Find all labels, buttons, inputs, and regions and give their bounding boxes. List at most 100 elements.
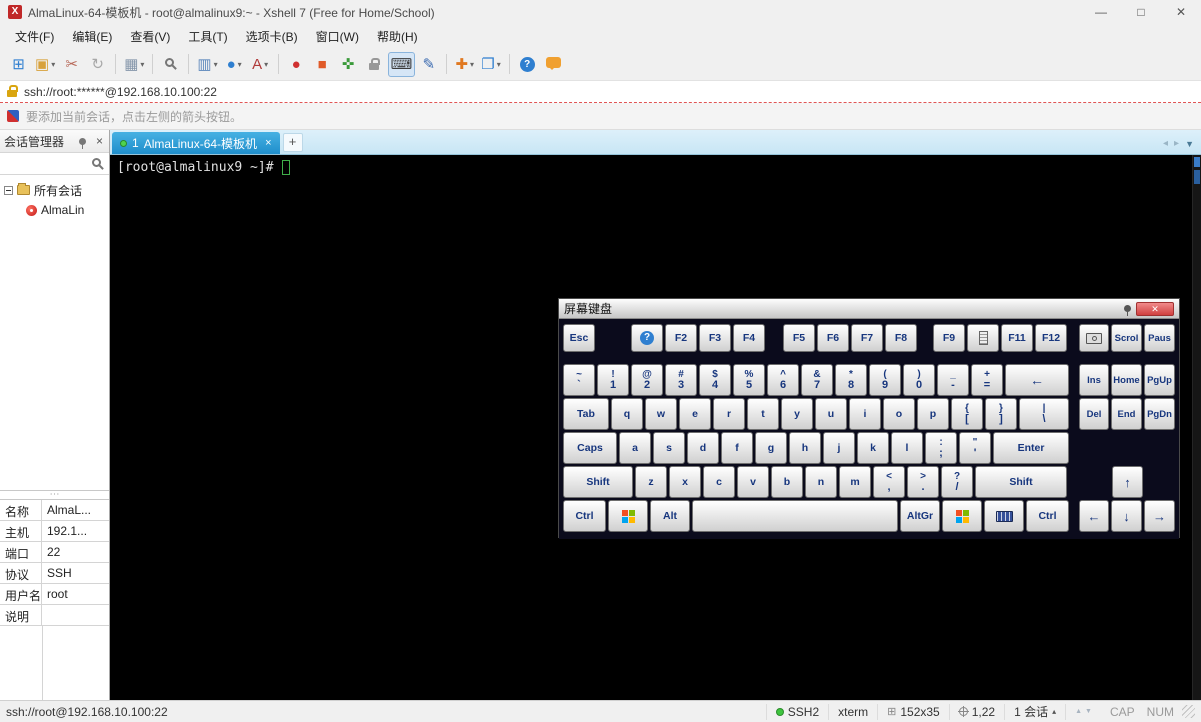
key-arrow-left[interactable]: ← xyxy=(1079,500,1109,532)
key-prtsc[interactable] xyxy=(1079,324,1109,352)
maximize-button[interactable]: □ xyxy=(1121,0,1161,24)
key-alt[interactable]: Alt xyxy=(650,500,690,532)
key-j[interactable]: j xyxy=(823,432,855,464)
fullscreen-icon[interactable]: ✜ xyxy=(336,52,361,77)
key-tab[interactable]: Tab xyxy=(563,398,609,430)
tab-close-icon[interactable]: × xyxy=(265,137,271,149)
menu-item-2[interactable]: 编辑(E) xyxy=(63,25,121,48)
key-menu[interactable] xyxy=(984,500,1024,532)
reconnect-icon[interactable]: ↻ xyxy=(85,52,110,77)
key-comma[interactable]: <, xyxy=(873,466,905,498)
key-z[interactable]: z xyxy=(635,466,667,498)
key-arrow-up[interactable]: ↑ xyxy=(1112,466,1143,498)
key-equals[interactable]: += xyxy=(971,364,1003,396)
pin-icon[interactable] xyxy=(79,138,86,145)
key-f11[interactable]: F11 xyxy=(1001,324,1033,352)
key-backtick[interactable]: ~` xyxy=(563,364,595,396)
key-y[interactable]: y xyxy=(781,398,813,430)
key-9[interactable]: (9 xyxy=(869,364,901,396)
key-f[interactable]: f xyxy=(721,432,753,464)
key-esc[interactable]: Esc xyxy=(563,324,595,352)
key-s[interactable]: s xyxy=(653,432,685,464)
menu-item-5[interactable]: 选项卡(B) xyxy=(237,25,307,48)
key-slash[interactable]: ?/ xyxy=(941,466,973,498)
key-period[interactable]: >. xyxy=(907,466,939,498)
key-4[interactable]: $4 xyxy=(699,364,731,396)
key-h[interactable]: h xyxy=(789,432,821,464)
key-f1[interactable] xyxy=(631,324,663,352)
help-icon[interactable]: ? xyxy=(515,52,540,77)
tab-almalinux[interactable]: 1 AlmaLinux-64-模板机 × xyxy=(112,132,280,154)
key-8[interactable]: *8 xyxy=(835,364,867,396)
key-l[interactable]: l xyxy=(891,432,923,464)
terminal-scrollbar[interactable] xyxy=(1192,155,1201,700)
key-c[interactable]: c xyxy=(703,466,735,498)
key-w[interactable]: w xyxy=(645,398,677,430)
disconnect-icon[interactable]: ✂ xyxy=(59,52,84,77)
key-paus[interactable]: Paus xyxy=(1144,324,1175,352)
scrollbar-thumb[interactable] xyxy=(1194,157,1200,167)
key-v[interactable]: v xyxy=(737,466,769,498)
pen-icon[interactable]: ✎ xyxy=(416,52,441,77)
resize-grip-icon[interactable] xyxy=(1182,705,1195,718)
key-t[interactable]: t xyxy=(747,398,779,430)
status-session-count[interactable]: 1 会话▴ xyxy=(1004,704,1065,720)
new-transfer-icon[interactable]: ✚▾ xyxy=(452,52,477,77)
key-f8[interactable]: F8 xyxy=(885,324,917,352)
key-caps[interactable]: Caps xyxy=(563,432,617,464)
key-pgdn[interactable]: PgDn xyxy=(1144,398,1175,430)
key-2[interactable]: @2 xyxy=(631,364,663,396)
menu-item-4[interactable]: 工具(T) xyxy=(179,25,236,48)
key-shift-left[interactable]: Shift xyxy=(563,466,633,498)
key-backslash[interactable]: |\ xyxy=(1019,398,1069,430)
key-o[interactable]: o xyxy=(883,398,915,430)
key-n[interactable]: n xyxy=(805,466,837,498)
new-tab-button[interactable]: + xyxy=(283,133,303,152)
key-5[interactable]: %5 xyxy=(733,364,765,396)
find-icon[interactable] xyxy=(158,52,183,77)
key-win-right[interactable] xyxy=(942,500,982,532)
key-7[interactable]: &7 xyxy=(801,364,833,396)
key-f6[interactable]: F6 xyxy=(817,324,849,352)
key-ctrl-right[interactable]: Ctrl xyxy=(1026,500,1069,532)
key-arrow-down[interactable]: ↓ xyxy=(1111,500,1142,532)
key-pgup[interactable]: PgUp xyxy=(1144,364,1175,396)
key-f4[interactable]: F4 xyxy=(733,324,765,352)
tab-list-dropdown-icon[interactable]: ▼ xyxy=(1185,139,1194,149)
menu-item-1[interactable]: 文件(F) xyxy=(6,25,63,48)
session-search-input[interactable] xyxy=(5,157,92,171)
key-f9[interactable]: F9 xyxy=(933,324,965,352)
tree-item-all-sessions[interactable]: 所有会话 xyxy=(2,180,107,200)
key-b[interactable]: b xyxy=(771,466,803,498)
key-x[interactable]: x xyxy=(669,466,701,498)
key-bracket-left[interactable]: {[ xyxy=(951,398,983,430)
key-enter[interactable]: Enter xyxy=(993,432,1069,464)
open-session-icon[interactable]: ▣▾ xyxy=(32,52,58,77)
key-del[interactable]: Del xyxy=(1079,398,1109,430)
key-1[interactable]: !1 xyxy=(597,364,629,396)
log-icon[interactable]: ● xyxy=(284,52,309,77)
key-semicolon[interactable]: :; xyxy=(925,432,957,464)
address-input[interactable] xyxy=(24,85,1194,99)
key-f2[interactable]: F2 xyxy=(665,324,697,352)
key-0[interactable]: )0 xyxy=(903,364,935,396)
menu-item-7[interactable]: 帮助(H) xyxy=(368,25,427,48)
key-3[interactable]: #3 xyxy=(665,364,697,396)
key-backspace[interactable]: ← xyxy=(1005,364,1069,396)
key-arrow-right[interactable]: → xyxy=(1144,500,1175,532)
search-icon[interactable] xyxy=(92,158,101,167)
key-ctrl-left[interactable]: Ctrl xyxy=(563,500,606,532)
lock-icon[interactable] xyxy=(362,52,387,77)
tab-scroll-right-icon[interactable]: ▸ xyxy=(1174,138,1179,149)
key-q[interactable]: q xyxy=(611,398,643,430)
key-minus[interactable]: _- xyxy=(937,364,969,396)
key-d[interactable]: d xyxy=(687,432,719,464)
key-altgr[interactable]: AltGr xyxy=(900,500,940,532)
key-i[interactable]: i xyxy=(849,398,881,430)
key-6[interactable]: ^6 xyxy=(767,364,799,396)
key-space[interactable] xyxy=(692,500,898,532)
tree-item-almalinux-session[interactable]: AlmaLin xyxy=(2,200,107,220)
key-r[interactable]: r xyxy=(713,398,745,430)
minimize-button[interactable]: — xyxy=(1081,0,1121,24)
key-p[interactable]: p xyxy=(917,398,949,430)
